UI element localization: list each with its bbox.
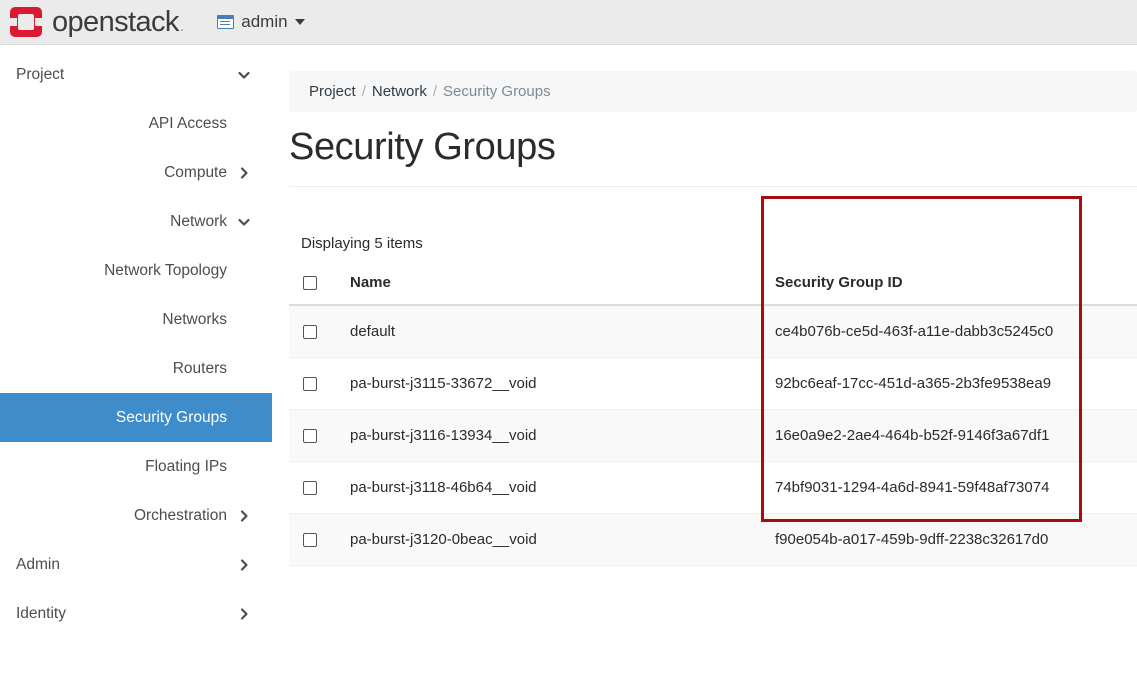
project-list-icon: [217, 15, 234, 29]
context-label: admin: [241, 12, 287, 32]
cell-name: pa-burst-j3118-46b64__void: [336, 462, 761, 514]
cell-actions: [1081, 358, 1137, 410]
security-groups-table: Name Security Group ID defaultce4b076b-c…: [289, 262, 1137, 566]
breadcrumb-separator: /: [433, 83, 437, 100]
sidebar-item-label: Routers: [0, 360, 227, 378]
main-content: Project / Network / Security Groups Secu…: [272, 46, 1137, 675]
breadcrumb: Project / Network / Security Groups: [289, 71, 1137, 112]
select-all-header: [289, 262, 336, 305]
row-select-checkbox[interactable]: [303, 429, 317, 443]
sidebar-item-security-groups[interactable]: Security Groups: [0, 393, 272, 442]
cell-name: pa-burst-j3116-13934__void: [336, 410, 761, 462]
cell-actions: [1081, 305, 1137, 358]
sidebar-item-label: Orchestration: [0, 507, 227, 525]
sidebar-item-label: Compute: [0, 164, 227, 182]
column-header-security-group-id[interactable]: Security Group ID: [761, 262, 1081, 305]
cell-security-group-id: 74bf9031-1294-4a6d-8941-59f48af73074: [761, 462, 1081, 514]
row-select-checkbox[interactable]: [303, 325, 317, 339]
sidebar-item-api-access[interactable]: API Access: [0, 99, 272, 148]
cell-name: default: [336, 305, 761, 358]
row-select-cell: [289, 305, 336, 358]
breadcrumb-item-security-groups: Security Groups: [443, 83, 551, 100]
column-header-actions: [1081, 262, 1137, 305]
project-context-switcher[interactable]: admin: [217, 0, 304, 45]
table-header-row: Name Security Group ID: [289, 262, 1137, 305]
table-row[interactable]: defaultce4b076b-ce5d-463f-a11e-dabb3c524…: [289, 305, 1137, 358]
cell-name: pa-burst-j3120-0beac__void: [336, 514, 761, 566]
item-count-label: Displaying 5 items: [289, 187, 1137, 262]
sidebar-item-label: API Access: [0, 115, 227, 133]
sidebar-item-routers[interactable]: Routers: [0, 344, 272, 393]
openstack-logo-icon: [10, 7, 42, 37]
table-row[interactable]: pa-burst-j3118-46b64__void74bf9031-1294-…: [289, 462, 1137, 514]
chevron-right-icon: [237, 607, 251, 621]
logo-trademark-dot: .: [180, 18, 184, 36]
chevron-right-icon: [237, 509, 251, 523]
sidebar-item-label: Floating IPs: [0, 458, 227, 476]
row-select-cell: [289, 410, 336, 462]
sidebar-item-label: Identity: [0, 605, 227, 623]
sidebar-item-label: Admin: [0, 556, 227, 574]
sidebar-item-label: Project: [0, 66, 227, 84]
sidebar-item-label: Security Groups: [0, 409, 227, 427]
sidebar-item-admin[interactable]: Admin: [0, 540, 272, 589]
sidebar-item-label: Networks: [0, 311, 227, 329]
security-groups-table-panel: Displaying 5 items Name Security Group I…: [289, 187, 1137, 566]
chevron-down-icon: [237, 215, 251, 229]
chevron-right-icon: [237, 558, 251, 572]
sidebar-item-network-topology[interactable]: Network Topology: [0, 246, 272, 295]
sidebar-item-orchestration[interactable]: Orchestration: [0, 491, 272, 540]
chevron-right-icon: [237, 166, 251, 180]
cell-actions: [1081, 410, 1137, 462]
cell-security-group-id: 16e0a9e2-2ae4-464b-b52f-9146f3a67df1: [761, 410, 1081, 462]
logo-wordmark: openstack: [52, 6, 179, 39]
cell-security-group-id: ce4b076b-ce5d-463f-a11e-dabb3c5245c0: [761, 305, 1081, 358]
sidebar-nav: Project API Access Compute Network Network T…: [0, 46, 272, 675]
column-header-name[interactable]: Name: [336, 262, 761, 305]
row-select-checkbox[interactable]: [303, 533, 317, 547]
breadcrumb-item-network[interactable]: Network: [372, 83, 427, 100]
sidebar-item-compute[interactable]: Compute: [0, 148, 272, 197]
row-select-cell: [289, 462, 336, 514]
cell-actions: [1081, 514, 1137, 566]
breadcrumb-separator: /: [362, 83, 366, 100]
sidebar-item-network[interactable]: Network: [0, 197, 272, 246]
cell-security-group-id: f90e054b-a017-459b-9dff-2238c32617d0: [761, 514, 1081, 566]
openstack-brand[interactable]: openstack .: [10, 0, 184, 45]
sidebar-item-project[interactable]: Project: [0, 50, 272, 99]
table-row[interactable]: pa-burst-j3115-33672__void92bc6eaf-17cc-…: [289, 358, 1137, 410]
sidebar-item-identity[interactable]: Identity: [0, 589, 272, 638]
table-row[interactable]: pa-burst-j3120-0beac__voidf90e054b-a017-…: [289, 514, 1137, 566]
row-select-cell: [289, 358, 336, 410]
sidebar-item-floating-ips[interactable]: Floating IPs: [0, 442, 272, 491]
cell-security-group-id: 92bc6eaf-17cc-451d-a365-2b3fe9538ea9: [761, 358, 1081, 410]
cell-name: pa-burst-j3115-33672__void: [336, 358, 761, 410]
sidebar-item-label: Network Topology: [0, 262, 227, 280]
sidebar-item-label: Network: [0, 213, 227, 231]
breadcrumb-item-project[interactable]: Project: [309, 83, 356, 100]
row-select-checkbox[interactable]: [303, 481, 317, 495]
row-select-checkbox[interactable]: [303, 377, 317, 391]
cell-actions: [1081, 462, 1137, 514]
chevron-down-icon: [237, 68, 251, 82]
sidebar-item-networks[interactable]: Networks: [0, 295, 272, 344]
row-select-cell: [289, 514, 336, 566]
page-title: Security Groups: [272, 126, 1137, 169]
caret-down-icon: [295, 19, 305, 25]
top-header-bar: openstack . admin: [0, 0, 1137, 45]
table-row[interactable]: pa-burst-j3116-13934__void16e0a9e2-2ae4-…: [289, 410, 1137, 462]
select-all-checkbox[interactable]: [303, 276, 317, 290]
